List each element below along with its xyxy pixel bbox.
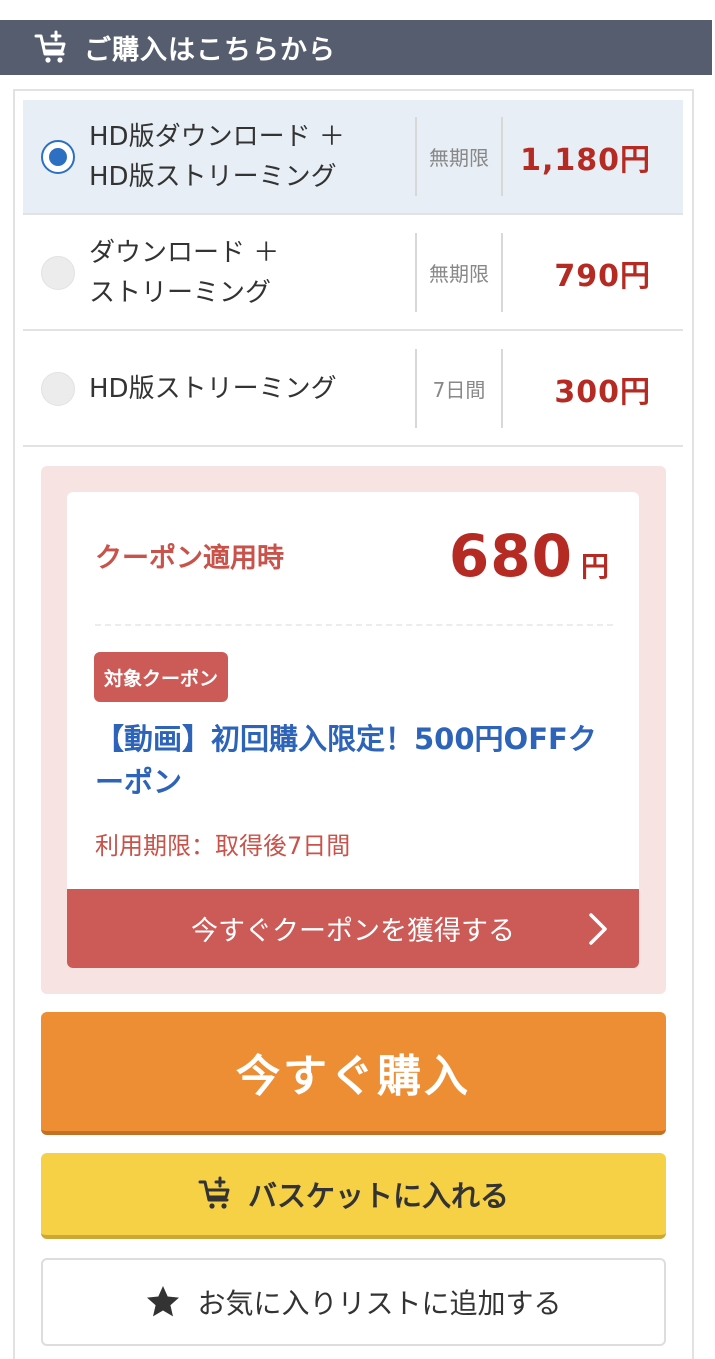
purchase-option-dl-stream[interactable]: ダウンロード ＋ ストリーミング 無期限 790円 [23, 216, 683, 331]
dashed-divider [95, 624, 613, 626]
coupon-price-label: クーポン適用時 [95, 543, 284, 574]
cart-add-icon [198, 1176, 230, 1209]
coupon-price-value: 680 [448, 522, 573, 590]
option-price: 1,180円 [520, 142, 651, 178]
buy-now-label: 今すぐ購入 [236, 1050, 471, 1102]
purchase-option-hd-dl-stream[interactable]: HD版ダウンロード ＋ HD版ストリーミング 無期限 1,180円 [23, 100, 683, 215]
buy-now-button[interactable]: 今すぐ購入 [41, 1012, 666, 1135]
divider [501, 233, 503, 312]
option-label: ダウンロード ＋ ストリーミング [89, 237, 280, 308]
cart-add-icon [34, 30, 66, 63]
option-term: 7日間 [432, 378, 486, 402]
option-label: HD版ストリーミング [89, 373, 337, 404]
option-price: 300円 [554, 374, 651, 410]
option-term: 無期限 [429, 146, 489, 170]
add-to-basket-button[interactable]: バスケットに入れる [41, 1153, 666, 1239]
chevron-right-icon [589, 913, 607, 945]
radio-button[interactable] [41, 255, 75, 290]
get-coupon-button[interactable]: 今すぐクーポンを獲得する [67, 889, 639, 968]
purchase-option-hd-stream[interactable]: HD版ストリーミング 7日間 300円 [23, 332, 683, 447]
option-label: HD版ダウンロード ＋ HD版ストリーミング [89, 121, 345, 192]
purchase-title: ご購入はこちらから [84, 35, 336, 66]
star-icon [147, 1286, 180, 1317]
add-to-basket-label: バスケットに入れる [247, 1179, 509, 1213]
coupon-card: クーポン適用時 680 円 対象クーポン 【動画】初回購入限定！500円OFFクー… [67, 492, 639, 968]
radio-button-selected[interactable] [41, 139, 75, 174]
coupon-name-link[interactable]: 【動画】初回購入限定！500円OFFクーポン [95, 718, 615, 804]
divider [501, 117, 503, 196]
purchase-header: ご購入はこちらから [0, 20, 712, 75]
coupon-price: 680 円 [449, 522, 609, 590]
coupon-price-unit: 円 [580, 550, 609, 583]
coupon-limit: 利用期限：取得後7日間 [95, 832, 351, 860]
get-coupon-label: 今すぐクーポンを獲得する [191, 916, 515, 947]
divider [501, 349, 503, 428]
option-price: 790円 [554, 258, 651, 294]
option-term: 無期限 [429, 262, 489, 286]
add-to-favorites-label: お気に入りリストに追加する [197, 1287, 562, 1320]
coupon-badge: 対象クーポン [94, 652, 229, 702]
add-to-favorites-button[interactable]: お気に入りリストに追加する [41, 1258, 666, 1346]
coupon-box: クーポン適用時 680 円 対象クーポン 【動画】初回購入限定！500円OFFクー… [41, 466, 666, 994]
radio-button[interactable] [41, 371, 75, 406]
